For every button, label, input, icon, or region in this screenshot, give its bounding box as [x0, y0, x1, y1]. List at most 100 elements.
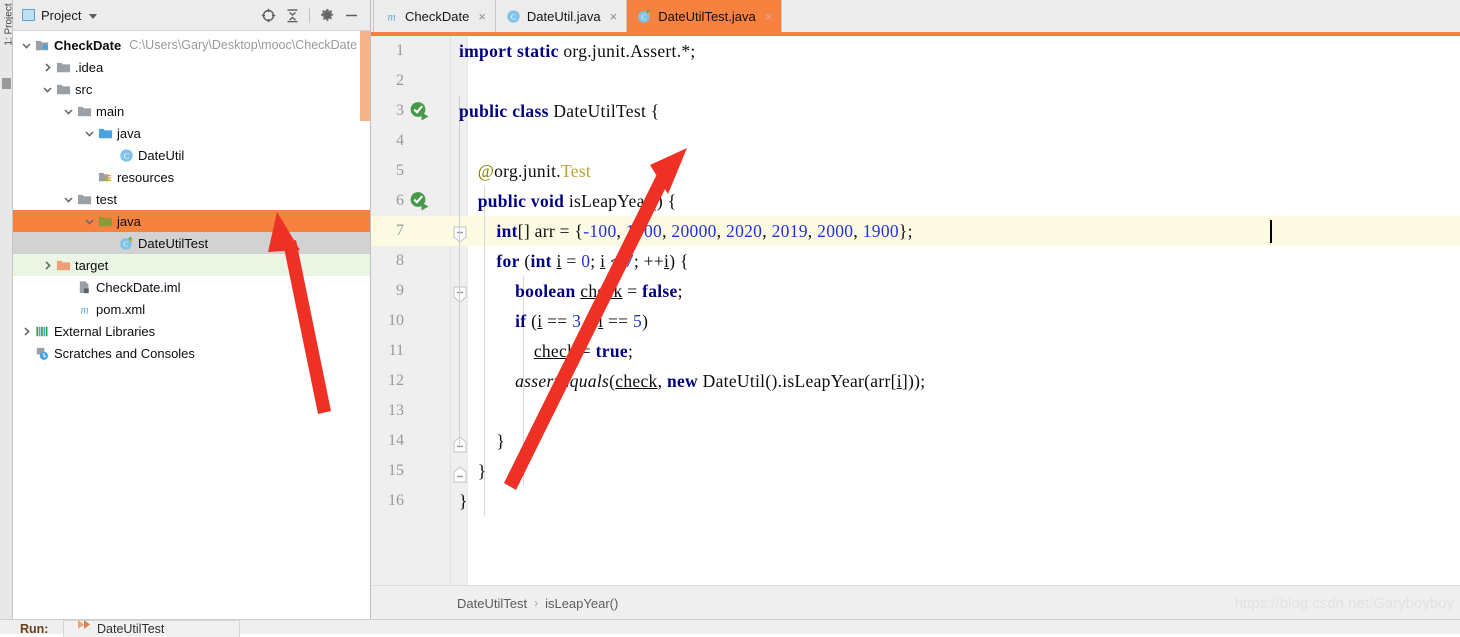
line-number: 7 — [396, 222, 404, 239]
editor-tab-dateutiltest-java[interactable]: C DateUtilTest.java × — [627, 0, 782, 32]
code-text: } — [459, 431, 506, 451]
editor-tab-dateutil-java[interactable]: C DateUtil.java × — [496, 0, 628, 32]
tree-item-external-libraries[interactable]: External Libraries — [13, 320, 370, 342]
code-text: boolean check = false; — [515, 281, 683, 301]
tree-item-dateutiltest[interactable]: C DateUtilTest — [13, 232, 370, 254]
chevron-down-icon[interactable] — [61, 100, 76, 122]
svg-text:C: C — [642, 12, 647, 21]
code-editor[interactable]: 1 import static org.junit.Assert.*; 2 3 publ… — [371, 36, 1460, 586]
code-lines: 1 import static org.junit.Assert.*; 2 3 publ… — [371, 36, 1460, 516]
tab-bar-filler — [781, 0, 1460, 32]
code-line-7: 7 int[] arr = {-100, 1000, 20000, 2020, … — [371, 216, 1460, 246]
editor-tab-label: CheckDate — [405, 8, 470, 24]
close-icon[interactable]: × — [610, 10, 618, 23]
project-panel-title-group[interactable]: Project — [13, 7, 98, 23]
tree-item-label: pom.xml — [96, 301, 146, 317]
tree-item-label: Scratches and Consoles — [54, 345, 195, 361]
project-panel-actions — [256, 3, 370, 27]
project-tool-window: Project CheckDate C:\Users\Gary\Desktop\… — [13, 0, 371, 620]
tree-item-resources[interactable]: resources — [13, 166, 370, 188]
editor-area: m CheckDate × C DateUtil.java × C DateUtilTest.… — [371, 0, 1460, 620]
chevron-down-icon[interactable] — [19, 34, 34, 56]
code-line-1: 1 import static org.junit.Assert.*; — [371, 36, 1460, 66]
tree-item-test[interactable]: test — [13, 188, 370, 210]
module-icon — [34, 34, 51, 56]
svg-text:C: C — [511, 12, 516, 21]
chevron-down-icon[interactable] — [89, 13, 98, 19]
line-number: 16 — [388, 492, 404, 509]
code-line-11: 11 check = true; — [371, 336, 1460, 366]
chevron-down-icon[interactable] — [61, 188, 76, 210]
line-number: 6 — [396, 192, 404, 209]
strip-marker — [2, 78, 11, 89]
code-line-5: 5 @org.junit.Test — [371, 156, 1460, 186]
tree-item-label: test — [96, 191, 117, 207]
tree-item-target[interactable]: target — [13, 254, 370, 276]
run-config-icon — [77, 618, 91, 633]
settings-gear-icon[interactable] — [315, 3, 339, 27]
tree-item-label: java — [117, 125, 141, 141]
code-text: } — [459, 491, 468, 511]
project-tree: CheckDate C:\Users\Gary\Desktop\mooc\Chec… — [13, 31, 370, 364]
code-line-12: 12 assertEquals(check, new DateUtil().is… — [371, 366, 1460, 396]
folder-gray-icon — [76, 188, 93, 210]
chevron-down-icon[interactable] — [82, 210, 97, 232]
folder-gray-icon — [76, 100, 93, 122]
line-number: 2 — [396, 72, 404, 89]
chevron-right-icon[interactable] — [40, 254, 55, 276]
tree-item-scratches-and-consoles[interactable]: Scratches and Consoles — [13, 342, 370, 364]
tree-item-label: java — [117, 213, 141, 229]
tree-item-label: .idea — [75, 59, 104, 75]
tree-item-checkdate[interactable]: CheckDate C:\Users\Gary\Desktop\mooc\Chec… — [13, 34, 370, 56]
chevron-down-icon[interactable] — [40, 78, 55, 100]
code-text: } — [459, 461, 487, 481]
line-number: 5 — [396, 162, 404, 179]
project-panel-title: Project — [41, 7, 82, 23]
tree-item-dateutil[interactable]: C DateUtil — [13, 144, 370, 166]
breadcrumb-method[interactable]: isLeapYear() — [545, 596, 618, 611]
tree-item-main[interactable]: main — [13, 100, 370, 122]
code-line-2: 2 — [371, 66, 1460, 96]
code-text: public void isLeapYear() { — [477, 191, 677, 211]
hide-icon[interactable] — [339, 3, 363, 27]
java-class-icon: C — [118, 144, 135, 166]
code-line-15: 15 } — [371, 456, 1460, 486]
folder-blue-icon — [97, 122, 114, 144]
tree-item-java[interactable]: java — [13, 210, 370, 232]
code-line-14: 14 } — [371, 426, 1460, 456]
chevron-right-icon[interactable] — [40, 56, 55, 78]
code-line-10: 10 if (i == 3 || i == 5) — [371, 306, 1460, 336]
close-icon[interactable]: × — [478, 10, 486, 23]
tree-item-label: target — [75, 257, 109, 273]
locate-icon[interactable] — [256, 3, 280, 27]
tree-item-src[interactable]: src — [13, 78, 370, 100]
line-number: 3 — [396, 102, 404, 119]
chevron-right-icon[interactable] — [19, 320, 34, 342]
tree-item-label: External Libraries — [54, 323, 156, 339]
line-number: 12 — [388, 372, 404, 389]
toolbar-separator — [309, 7, 310, 23]
tree-item-label: DateUtil — [138, 147, 185, 163]
editor-tab-label: DateUtil.java — [526, 8, 601, 24]
folder-resources-icon — [97, 166, 114, 188]
editor-tab-label: DateUtilTest.java — [658, 8, 756, 24]
svg-text:C: C — [123, 239, 128, 248]
svg-text:C: C — [124, 151, 129, 160]
tree-item--idea[interactable]: .idea — [13, 56, 370, 78]
tree-item-checkdate-iml[interactable]: CheckDate.iml — [13, 276, 370, 298]
breadcrumb-class[interactable]: DateUtilTest — [457, 596, 527, 611]
tree-item-pom-xml[interactable]: m pom.xml — [13, 298, 370, 320]
collapse-all-icon[interactable] — [280, 3, 304, 27]
code-text: for (int i = 0; i < 7; ++i) { — [496, 251, 689, 271]
chevron-down-icon[interactable] — [82, 122, 97, 144]
tree-item-java[interactable]: java — [13, 122, 370, 144]
editor-tab-checkdate[interactable]: m CheckDate × — [373, 0, 496, 32]
svg-text:m: m — [80, 304, 88, 316]
maven-icon: m — [76, 298, 93, 320]
close-icon[interactable]: × — [765, 10, 773, 23]
maven-icon: m — [384, 9, 399, 24]
tree-item-label: src — [75, 81, 93, 97]
